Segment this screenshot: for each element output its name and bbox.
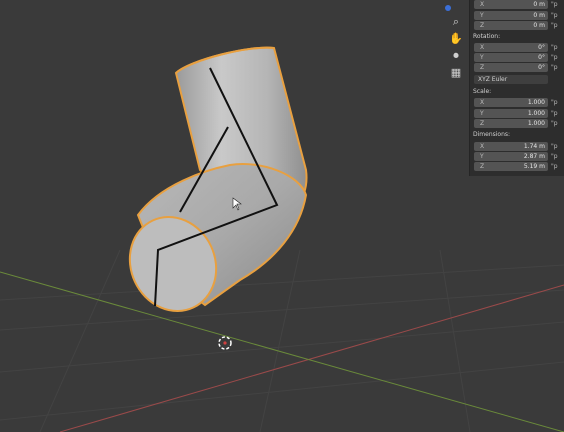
lock-scale-z-icon[interactable]: "p [551, 120, 558, 127]
rotation-x-row: X 0° "p [474, 43, 558, 52]
location-x-row: X 0 m "p [474, 0, 558, 9]
rotation-x-field[interactable]: X 0° [474, 43, 548, 52]
transform-sidebar-panel: X 0 m "p Y 0 m "p Z 0 m "p Rotation: X 0… [469, 0, 564, 176]
lock-dimensions-y-icon[interactable]: "p [551, 153, 558, 160]
dimensions-x-field[interactable]: X 1.74 m [474, 142, 548, 151]
location-z-field[interactable]: Z 0 m [474, 21, 548, 30]
rotation-mode-dropdown[interactable]: XYZ Euler [474, 75, 548, 84]
scale-y-field[interactable]: Y 1.000 [474, 109, 548, 118]
lock-dimensions-z-icon[interactable]: "p [551, 163, 558, 170]
hand-icon[interactable]: ✋ [449, 32, 463, 46]
scale-z-field[interactable]: Z 1.000 [474, 119, 548, 128]
lock-rotation-y-icon[interactable]: "p [551, 54, 558, 61]
axis-z-dot-icon[interactable] [445, 5, 451, 11]
rotation-z-row: Z 0° "p [474, 63, 558, 72]
x-axis-line [59, 284, 564, 432]
rotation-z-field[interactable]: Z 0° [474, 63, 548, 72]
dimensions-label: Dimensions: [473, 131, 511, 138]
dimensions-y-field[interactable]: Y 2.87 m [474, 152, 548, 161]
scale-z-row: Z 1.000 "p [474, 119, 558, 128]
scale-y-row: Y 1.000 "p [474, 109, 558, 118]
navigation-gizmo: ⌕ ✋ ⏺ ▦ [445, 5, 465, 83]
lock-rotation-x-icon[interactable]: "p [551, 44, 558, 51]
dimensions-y-row: Y 2.87 m "p [474, 152, 558, 161]
rotation-y-row: Y 0° "p [474, 53, 558, 62]
location-y-row: Y 0 m "p [474, 11, 558, 20]
dimensions-x-row: X 1.74 m "p [474, 142, 558, 151]
lock-scale-y-icon[interactable]: "p [551, 110, 558, 117]
lock-location-x-icon[interactable]: "p [551, 1, 558, 8]
location-x-field[interactable]: X 0 m [474, 0, 548, 9]
floor-grid [0, 249, 564, 432]
location-z-row: Z 0 m "p [474, 21, 558, 30]
camera-icon[interactable]: ⏺ [449, 49, 463, 63]
scale-x-row: X 1.000 "p [474, 98, 558, 107]
bent-cylinder-mesh[interactable] [115, 46, 308, 326]
scale-label: Scale: [473, 88, 492, 95]
lock-location-z-icon[interactable]: "p [551, 22, 558, 29]
grid-icon[interactable]: ▦ [449, 66, 463, 80]
zoom-icon[interactable]: ⌕ [449, 15, 463, 29]
rotation-label: Rotation: [473, 33, 501, 40]
lock-location-y-icon[interactable]: "p [551, 12, 558, 19]
dimensions-z-field[interactable]: Z 5.19 m [474, 162, 548, 171]
lock-scale-x-icon[interactable]: "p [551, 99, 558, 106]
lock-rotation-z-icon[interactable]: "p [551, 64, 558, 71]
3d-cursor-icon[interactable] [218, 336, 232, 350]
lock-dimensions-x-icon[interactable]: "p [551, 143, 558, 150]
scale-x-field[interactable]: X 1.000 [474, 98, 548, 107]
dimensions-z-row: Z 5.19 m "p [474, 162, 558, 171]
location-y-field[interactable]: Y 0 m [474, 11, 548, 20]
rotation-y-field[interactable]: Y 0° [474, 53, 548, 62]
